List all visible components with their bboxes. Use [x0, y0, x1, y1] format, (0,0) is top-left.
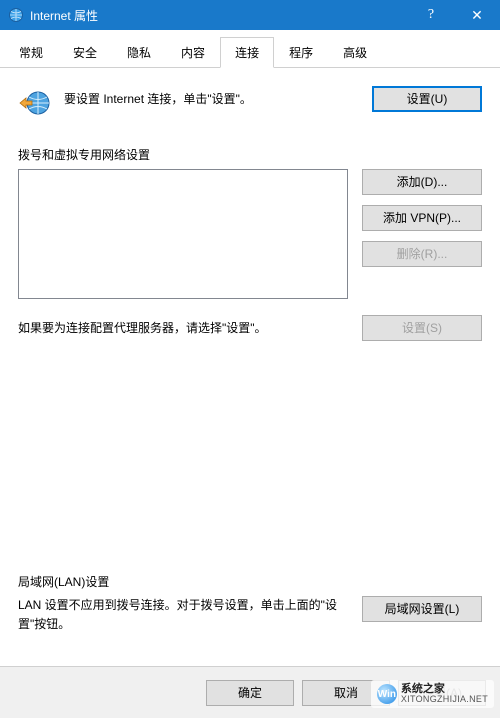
close-button[interactable]: ✕ — [454, 0, 500, 30]
setup-instruction-text: 要设置 Internet 连接，单击"设置"。 — [64, 86, 360, 107]
watermark-logo-icon: Win — [377, 684, 397, 704]
add-vpn-button[interactable]: 添加 VPN(P)... — [362, 205, 482, 231]
setup-button[interactable]: 设置(U) — [372, 86, 482, 112]
tab-privacy[interactable]: 隐私 — [112, 37, 166, 68]
proxy-row: 如果要为连接配置代理服务器，请选择"设置"。 设置(S) — [18, 315, 482, 341]
setup-row: 要设置 Internet 连接，单击"设置"。 设置(U) — [18, 86, 482, 120]
lan-section-label: 局域网(LAN)设置 — [18, 573, 482, 590]
dial-buttons-column: 添加(D)... 添加 VPN(P)... 删除(R)... — [362, 169, 482, 267]
connection-settings-button: 设置(S) — [362, 315, 482, 341]
add-connection-button[interactable]: 添加(D)... — [362, 169, 482, 195]
watermark-url: XITONGZHIJIA.NET — [401, 695, 488, 705]
help-button[interactable]: ? — [408, 0, 454, 30]
connection-wizard-icon — [18, 86, 52, 120]
window-title: Internet 属性 — [30, 7, 408, 24]
tab-strip: 常规 安全 隐私 内容 连接 程序 高级 — [0, 30, 500, 68]
lan-instruction-text: LAN 设置不应用到拨号连接。对于拨号设置，单击上面的"设置"按钮。 — [18, 596, 348, 634]
tab-connections[interactable]: 连接 — [220, 37, 274, 68]
tab-panel-connections: 要设置 Internet 连接，单击"设置"。 设置(U) 拨号和虚拟专用网络设… — [0, 68, 500, 664]
watermark: Win 系统之家 XITONGZHIJIA.NET — [371, 680, 494, 708]
ok-button[interactable]: 确定 — [206, 680, 294, 706]
titlebar: Internet 属性 ? ✕ — [0, 0, 500, 30]
dial-area: 添加(D)... 添加 VPN(P)... 删除(R)... — [18, 169, 482, 299]
lan-settings-button[interactable]: 局域网设置(L) — [362, 596, 482, 622]
tab-programs[interactable]: 程序 — [274, 37, 328, 68]
tab-general[interactable]: 常规 — [4, 37, 58, 68]
remove-connection-button: 删除(R)... — [362, 241, 482, 267]
connections-listbox[interactable] — [18, 169, 348, 299]
dial-section-label: 拨号和虚拟专用网络设置 — [18, 146, 482, 163]
tab-security[interactable]: 安全 — [58, 37, 112, 68]
tab-content[interactable]: 内容 — [166, 37, 220, 68]
tab-advanced[interactable]: 高级 — [328, 37, 382, 68]
internet-options-icon — [8, 7, 24, 23]
proxy-instruction-text: 如果要为连接配置代理服务器，请选择"设置"。 — [18, 315, 348, 336]
lan-section: 局域网(LAN)设置 LAN 设置不应用到拨号连接。对于拨号设置，单击上面的"设… — [18, 573, 482, 634]
